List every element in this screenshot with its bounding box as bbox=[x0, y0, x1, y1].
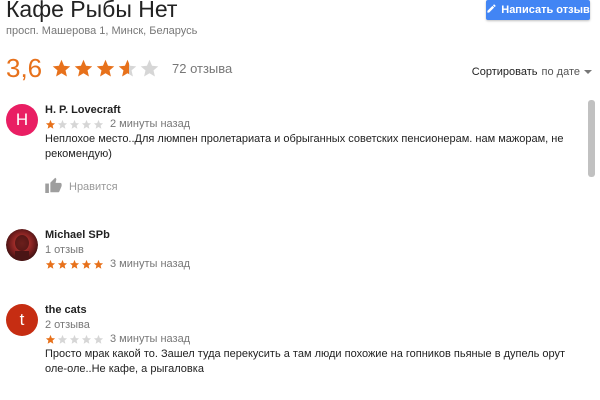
star-icon bbox=[57, 259, 68, 269]
write-review-button[interactable]: Написать отзыв bbox=[486, 0, 590, 20]
star-icon bbox=[81, 119, 92, 129]
sort-dropdown[interactable]: Сортировать по дате bbox=[472, 66, 592, 78]
review-stars bbox=[45, 119, 104, 130]
review-stars bbox=[45, 259, 104, 270]
review-count: 2 отзыва bbox=[45, 319, 90, 331]
star-icon bbox=[93, 259, 104, 269]
avatar[interactable]: H bbox=[6, 104, 38, 136]
sort-value: по дате bbox=[541, 66, 580, 78]
review-time: 3 минуты назад bbox=[110, 333, 191, 345]
star-icon bbox=[118, 59, 137, 77]
star-icon bbox=[93, 334, 104, 344]
star-icon bbox=[69, 334, 80, 344]
star-icon bbox=[93, 119, 104, 129]
review-time: 2 минуты назад bbox=[110, 118, 191, 130]
like-label: Нравится bbox=[69, 180, 118, 193]
star-icon bbox=[45, 334, 56, 344]
like-button[interactable]: Нравится bbox=[45, 177, 575, 196]
star-icon bbox=[45, 119, 56, 129]
star-icon bbox=[57, 334, 68, 344]
write-review-label: Написать отзыв bbox=[501, 4, 590, 16]
star-icon bbox=[140, 59, 159, 77]
review-time: 3 минуты назад bbox=[110, 258, 191, 270]
star-icon bbox=[96, 59, 115, 77]
star-icon bbox=[52, 59, 71, 77]
review-author[interactable]: Michael SPb bbox=[45, 229, 575, 241]
avatar[interactable] bbox=[6, 229, 38, 261]
review-text: Неплохое место..Для люмпен пролетариата … bbox=[45, 133, 564, 160]
pencil-icon bbox=[486, 3, 497, 17]
star-icon bbox=[81, 259, 92, 269]
star-icon bbox=[69, 259, 80, 269]
scrollbar-thumb[interactable] bbox=[588, 100, 595, 177]
sort-label: Сортировать bbox=[471, 66, 538, 78]
place-address: просп. Машерова 1, Минск, Беларусь bbox=[6, 25, 198, 37]
star-icon bbox=[57, 119, 68, 129]
avatar[interactable]: t bbox=[6, 304, 38, 336]
reviews-count[interactable]: 72 отзыва bbox=[172, 61, 232, 76]
review-count: 1 отзыв bbox=[45, 244, 84, 256]
star-icon bbox=[81, 334, 92, 344]
review-stars bbox=[45, 334, 104, 345]
thumbs-up-icon bbox=[45, 177, 63, 196]
rating-stars bbox=[51, 58, 160, 79]
review-author[interactable]: the cats bbox=[45, 304, 575, 316]
rating-value: 3,6 bbox=[6, 53, 43, 83]
star-icon bbox=[74, 59, 93, 77]
star-icon bbox=[45, 259, 56, 269]
star-icon bbox=[69, 119, 80, 129]
chevron-down-icon bbox=[584, 70, 592, 74]
page-title: Кафе Рыбы Нет bbox=[6, 0, 178, 22]
review-text: Просто мрак какой то. Зашел туда перекус… bbox=[45, 348, 566, 375]
review-author[interactable]: H. P. Lovecraft bbox=[45, 104, 575, 116]
rating-summary: 3,6 72 отзыва bbox=[6, 53, 232, 84]
